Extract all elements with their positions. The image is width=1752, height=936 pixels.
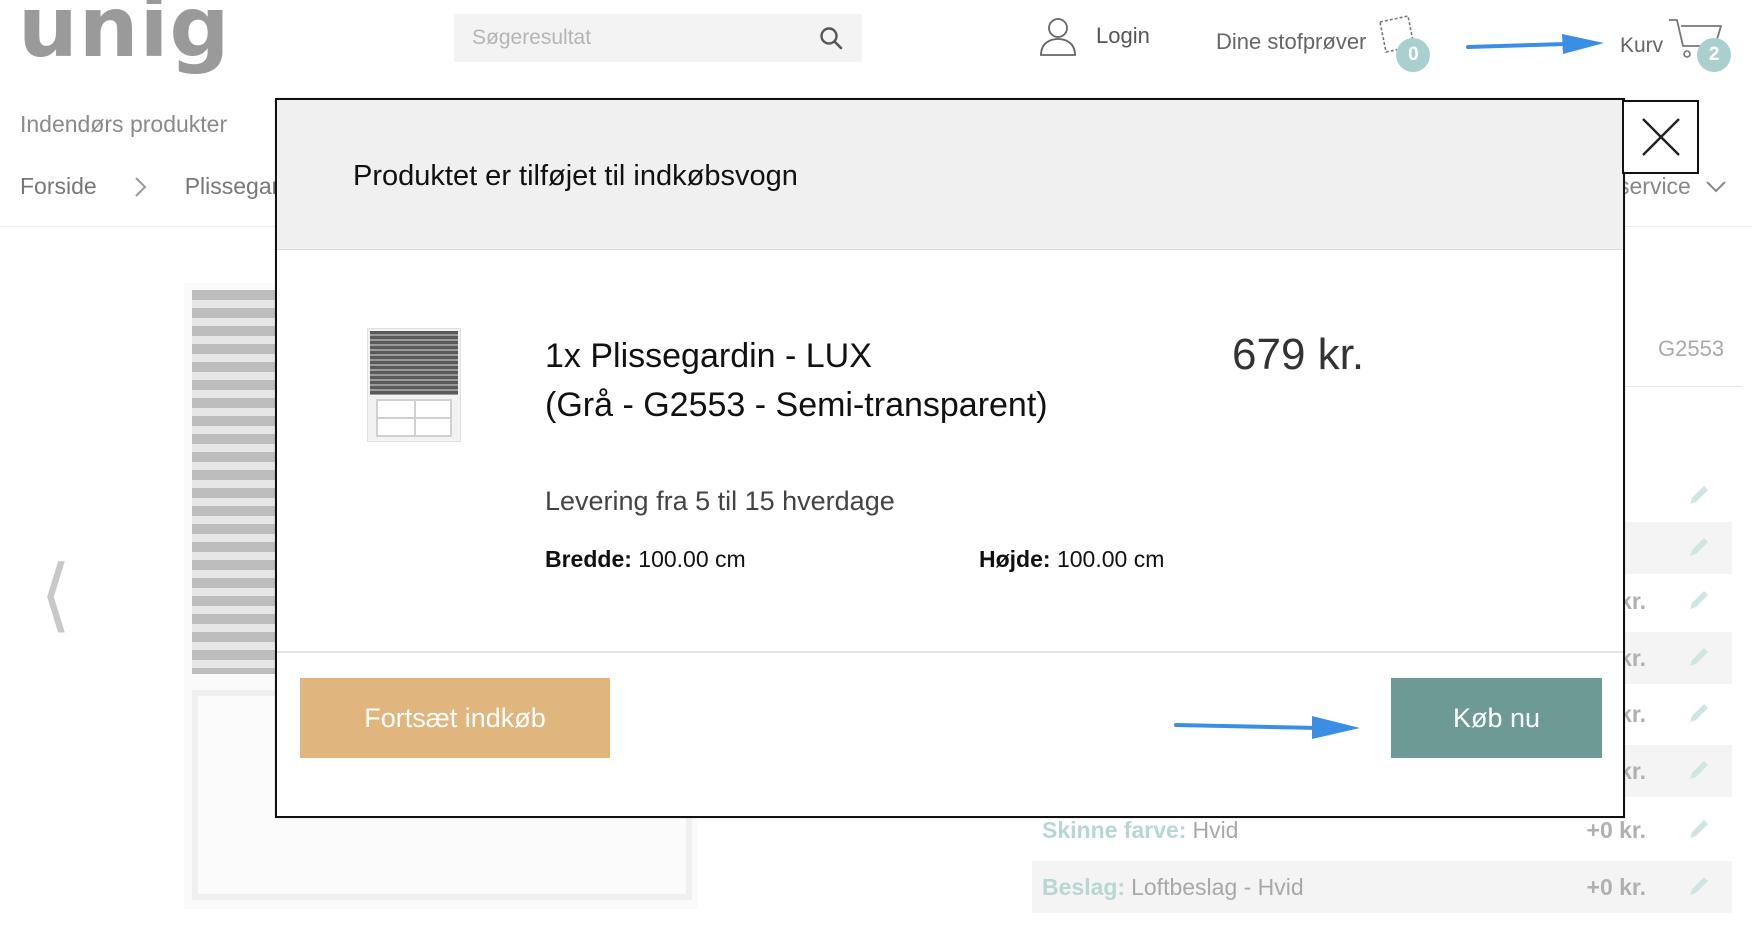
height-label: Højde:: [979, 546, 1051, 572]
breadcrumb: Forside Plissegar: [20, 173, 279, 200]
height-value: 100.00 cm: [1056, 546, 1165, 572]
cart-label: Kurv: [1620, 34, 1664, 57]
option-row-fitting: Beslag: Loftbeslag - Hvid +0 kr.: [1032, 861, 1732, 913]
option-value: Hvid: [1192, 816, 1239, 843]
logo[interactable]: unig: [18, 0, 231, 76]
fabric-samples-link[interactable]: Dine stofprøver 0: [1216, 14, 1431, 72]
chevron-down-icon: [1706, 180, 1726, 192]
edit-pencil-icon[interactable]: [1686, 757, 1712, 783]
modal-divider: [277, 651, 1623, 653]
added-to-cart-modal: Produktet er tilføjet til indkøbsvogn 1x…: [275, 98, 1625, 818]
option-price: +0 kr.: [1586, 816, 1646, 843]
product-variant-line: (Grå - G2553 - Semi-transparent): [545, 386, 1048, 424]
option-label: Skinne farve:: [1042, 816, 1187, 843]
cart-icon: 2: [1667, 16, 1733, 76]
option-label: Beslag:: [1042, 873, 1126, 900]
search-input[interactable]: [454, 14, 794, 62]
width-spec: Bredde: 100.00 cm: [545, 546, 746, 573]
width-label: Bredde:: [545, 546, 632, 572]
service-label: service: [1618, 173, 1691, 199]
login-link[interactable]: Login: [1038, 16, 1150, 56]
edit-pencil-icon[interactable]: [1686, 534, 1712, 560]
annotation-arrow-icon: [1174, 716, 1360, 739]
product-thumbnail: [367, 328, 461, 442]
gallery-prev-icon[interactable]: ⟨: [40, 548, 71, 641]
login-label: Login: [1096, 23, 1150, 48]
modal-title: Produktet er tilføjet til indkøbsvogn: [353, 160, 798, 192]
breadcrumb-home[interactable]: Forside: [20, 173, 97, 200]
modal-header: Produktet er tilføjet til indkøbsvogn: [277, 100, 1623, 250]
edit-pencil-icon[interactable]: [1686, 587, 1712, 613]
search-icon[interactable]: [818, 25, 844, 51]
product-image-blind: [192, 290, 282, 674]
product-name-line: 1x Plissegardin - LUX: [545, 337, 872, 375]
product-sku: G2553: [1658, 336, 1725, 361]
chevron-right-icon: [134, 176, 147, 197]
edit-pencil-icon[interactable]: [1686, 644, 1712, 670]
option-value: Loftbeslag - Hvid: [1131, 873, 1304, 900]
cart-link[interactable]: Kurv 2: [1620, 16, 1733, 76]
product-name: 1x Plissegardin - LUX (Grå - G2553 - Sem…: [545, 332, 1048, 430]
annotation-arrow-icon: [1466, 34, 1604, 54]
edit-pencil-icon[interactable]: [1686, 700, 1712, 726]
sku-divider: [1620, 386, 1742, 387]
service-menu[interactable]: service: [1618, 173, 1727, 200]
width-value: 100.00 cm: [638, 546, 746, 572]
continue-shopping-button[interactable]: Fortsæt indkøb: [300, 678, 610, 758]
breadcrumb-category[interactable]: Plissegar: [185, 173, 280, 200]
height-spec: Højde: 100.00 cm: [979, 546, 1164, 573]
fabric-sample-icon: 0: [1374, 14, 1431, 72]
edit-pencil-icon[interactable]: [1686, 873, 1712, 899]
close-modal-button[interactable]: [1622, 100, 1699, 174]
user-icon: [1040, 18, 1076, 56]
search-bar: [454, 14, 862, 62]
delivery-estimate: Levering fra 5 til 15 hverdage: [545, 486, 895, 516]
close-icon: [1641, 118, 1680, 156]
category-nav-label[interactable]: Indendørs produkter: [20, 111, 227, 138]
product-price: 679 kr.: [1232, 330, 1365, 379]
option-price: +0 kr.: [1586, 873, 1646, 900]
edit-pencil-icon[interactable]: [1686, 482, 1712, 508]
buy-now-button[interactable]: Køb nu: [1391, 678, 1602, 758]
edit-pencil-icon[interactable]: [1686, 816, 1712, 842]
samples-label: Dine stofprøver: [1216, 29, 1367, 54]
cart-count-badge: 2: [1697, 38, 1732, 72]
page: unig Login Dine stofprøver 0 Kurv: [0, 0, 1752, 936]
samples-count-badge: 0: [1396, 38, 1431, 72]
